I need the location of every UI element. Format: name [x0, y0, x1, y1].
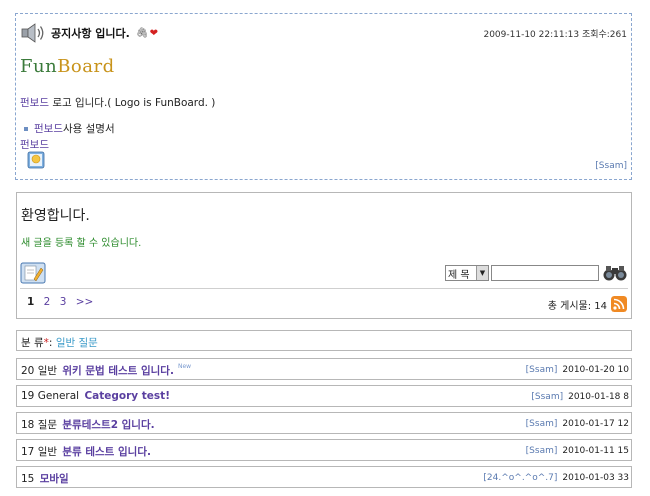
post-category: 일반 — [37, 365, 58, 377]
welcome-subtitle: 새 글을 등록 할 수 있습니다. — [21, 238, 142, 249]
bullet-icon — [24, 126, 28, 131]
post-title-link[interactable]: 위키 문법 테스트 입니다. — [62, 365, 174, 377]
post-meta: [Ssam] 2010-01-20 10 — [526, 365, 629, 375]
post-date: 2010-01-11 15 — [562, 446, 629, 456]
total-label: 총 게시물: 14 — [547, 300, 607, 312]
welcome-box: 환영합니다. 새 글을 등록 할 수 있습니다. 제 목 ▼ 1 2 3 >> … — [16, 192, 632, 319]
post-main: 20 일반 위키 문법 테스트 입니다. New — [21, 363, 191, 378]
post-number: 17 — [21, 446, 35, 458]
binoculars-icon[interactable] — [602, 264, 628, 282]
post-meta: [Ssam] 2010-01-11 15 — [526, 446, 629, 456]
logo-description: 펀보드 로고 입니다.( Logo is FunBoard. ) — [20, 95, 215, 110]
logo-text-fun: Fun — [20, 56, 58, 77]
logo-link[interactable]: 펀보드 — [20, 97, 49, 109]
post-author[interactable]: [Ssam] — [526, 419, 558, 429]
notice-header: 공지사항 입니다. 🖇 ❤ — [21, 22, 158, 44]
funboard-logo: FunBoard — [20, 56, 115, 77]
post-meta: [24.^o^.^o^.7] 2010-01-03 33 — [483, 473, 629, 483]
write-icon[interactable] — [20, 262, 46, 284]
speaker-icon — [21, 23, 44, 43]
page-3[interactable]: 3 — [60, 296, 73, 308]
paperclip-icon: 🖇 — [135, 27, 149, 39]
post-category: 질문 — [37, 419, 58, 431]
post-meta: [Ssam] 2010-01-17 12 — [526, 419, 629, 429]
post-title-link[interactable]: 분류 테스트 입니다. — [62, 446, 151, 458]
funboard-link[interactable]: 펀보드 — [20, 137, 49, 152]
post-title-link[interactable]: Category test! — [84, 390, 170, 402]
search-field-select[interactable]: 제 목 ▼ — [445, 265, 489, 281]
rss-icon[interactable] — [611, 296, 627, 312]
post-main: 18 질문 분류테스트2 입니다. — [21, 417, 155, 432]
category-colon: : — [48, 337, 56, 349]
post-date: 2010-01-18 8 — [568, 392, 629, 402]
notice-meta: 2009-11-10 22:11:13 조회수:261 — [483, 27, 627, 40]
chevron-down-icon: ▼ — [476, 266, 488, 280]
post-number: 15 — [21, 473, 35, 485]
logo-text: 로고 입니다.( Logo is FunBoard. ) — [48, 97, 216, 109]
notice-datetime: 2009-11-10 22:11:13 — [483, 30, 580, 40]
post-date: 2010-01-03 33 — [562, 473, 629, 483]
post-main: 17 일반 분류 테스트 입니다. — [21, 444, 151, 459]
notice-title[interactable]: 공지사항 입니다. — [51, 25, 130, 41]
post-main: 19 General Category test! — [21, 390, 170, 402]
toolbar-divider — [20, 288, 628, 289]
page-2[interactable]: 2 — [44, 296, 57, 308]
post-category: General — [37, 390, 80, 402]
post-date: 2010-01-17 12 — [562, 419, 629, 429]
post-meta: [Ssam] 2010-01-18 8 — [531, 392, 629, 402]
notice-author[interactable]: [Ssam] — [595, 161, 627, 171]
new-badge: New — [177, 363, 192, 370]
category-value-link[interactable]: 일반 질문 — [56, 337, 98, 349]
post-title-link[interactable]: 모바일 — [40, 473, 69, 485]
heart-icon: ❤ — [149, 27, 158, 39]
table-row[interactable]: 19 General Category test! [Ssam] 2010-01-… — [16, 385, 632, 407]
table-row[interactable]: 17 일반 분류 테스트 입니다. [Ssam] 2010-01-11 15 — [16, 439, 632, 461]
image-icon[interactable] — [27, 151, 45, 169]
category-label: 분 류 — [21, 337, 44, 349]
post-date: 2010-01-20 10 — [562, 365, 629, 375]
page-next[interactable]: >> — [76, 296, 100, 308]
search-input[interactable] — [491, 265, 599, 281]
total-count: 총 게시물: 14 — [548, 296, 627, 312]
post-author[interactable]: [Ssam] — [526, 446, 558, 456]
category-text: 분 류*: 일반 질문 — [21, 335, 98, 350]
post-category: 일반 — [37, 446, 58, 458]
notice-box: 공지사항 입니다. 🖇 ❤ 2009-11-10 22:11:13 조회수:26… — [15, 13, 632, 180]
post-author[interactable]: [Ssam] — [531, 392, 563, 402]
post-number: 18 — [21, 419, 35, 431]
post-number: 19 — [21, 390, 35, 402]
notice-views: 조회수:261 — [581, 30, 627, 40]
post-number: 20 — [21, 365, 35, 377]
search-bar: 제 목 ▼ — [445, 264, 628, 282]
post-main: 15 모바일 — [21, 471, 69, 486]
table-row[interactable]: 18 질문 분류테스트2 입니다. [Ssam] 2010-01-17 12 — [16, 412, 632, 434]
page-1[interactable]: 1 — [27, 296, 34, 308]
post-author[interactable]: [Ssam] — [526, 365, 558, 375]
manual-text: 사용 설명서 — [62, 123, 115, 135]
search-field-value: 제 목 — [448, 269, 470, 281]
manual-link[interactable]: 펀보드 — [34, 121, 63, 136]
pagination: 1 2 3 >> — [27, 296, 99, 308]
table-row[interactable]: 20 일반 위키 문법 테스트 입니다. New [Ssam] 2010-01-20… — [16, 358, 632, 380]
post-title-link[interactable]: 분류테스트2 입니다. — [62, 419, 154, 431]
manual-item: 펀보드 사용 설명서 — [24, 121, 115, 136]
table-row[interactable]: 15 모바일 [24.^o^.^o^.7] 2010-01-03 33 — [16, 466, 632, 488]
category-filter: 분 류*: 일반 질문 — [16, 330, 632, 351]
welcome-title: 환영합니다. — [21, 208, 90, 224]
logo-text-board: Board — [57, 56, 115, 77]
post-author[interactable]: [24.^o^.^o^.7] — [483, 473, 557, 483]
